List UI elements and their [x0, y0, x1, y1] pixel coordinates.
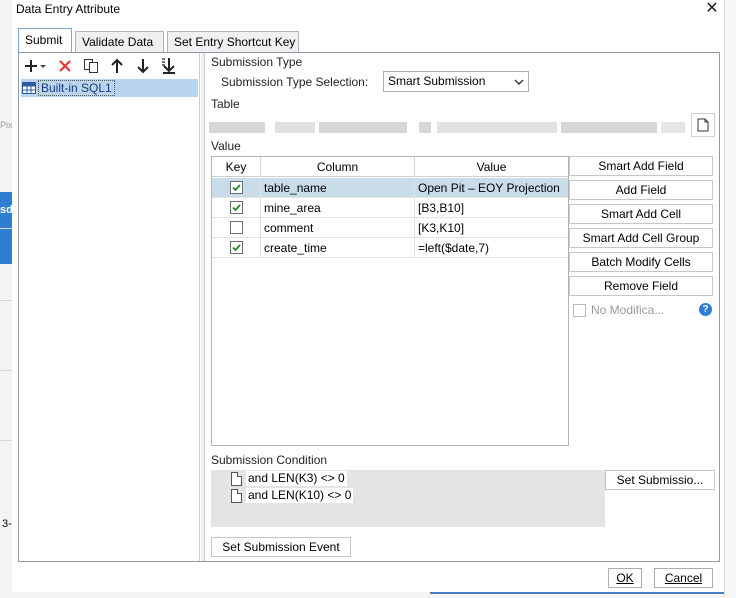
column-cell: comment: [261, 218, 415, 238]
dialog-title: Data Entry Attribute: [16, 2, 121, 16]
condition-line: and LEN(K10) <> 0: [231, 488, 354, 503]
table-name-field[interactable]: [209, 117, 715, 137]
set-submission-event-button[interactable]: Set Submission Event: [211, 537, 351, 557]
move-up-icon[interactable]: [107, 56, 127, 76]
column-header-value: Value: [476, 160, 507, 174]
key-checkbox[interactable]: [230, 221, 243, 234]
table-section-label: Table: [211, 97, 240, 111]
table-row[interactable]: mine_area [B3,B10]: [212, 198, 568, 218]
column-cell: mine_area: [261, 198, 415, 218]
tree-item-built-in-sql1[interactable]: Built-in SQL1: [21, 79, 198, 97]
chevron-down-icon: [510, 72, 528, 91]
document-icon: [231, 488, 242, 503]
background-app-strip: [0, 0, 12, 598]
value-section-label: Value: [211, 139, 241, 153]
background-fragment-pix: Pix: [0, 120, 13, 130]
smart-add-cell-group-button[interactable]: Smart Add Cell Group: [569, 228, 713, 248]
remove-field-button[interactable]: Remove Field: [569, 276, 713, 296]
column-header-key: Key: [212, 157, 261, 177]
set-submission-condition-button[interactable]: Set Submissio...: [605, 470, 715, 490]
document-icon: [231, 471, 242, 486]
tab-validate-data[interactable]: Validate Data: [75, 31, 164, 53]
batch-modify-cells-button[interactable]: Batch Modify Cells: [569, 252, 713, 272]
add-icon[interactable]: [23, 56, 49, 76]
submit-list-panel: Built-in SQL1: [19, 53, 200, 561]
background-fragment-sd: sd: [0, 204, 13, 216]
move-down-icon[interactable]: [133, 56, 153, 76]
value-cell: Open Pit – EOY Projection: [418, 181, 560, 195]
data-entry-attribute-dialog: Data Entry Attribute ✕ Validate Data Set…: [12, 0, 724, 592]
list-toolbar: [19, 53, 200, 79]
tree-item-label: Built-in SQL1: [38, 80, 115, 96]
submission-type-selection-label: Submission Type Selection:: [221, 75, 369, 89]
tab-submit[interactable]: Submit: [18, 28, 72, 53]
value-cell: =left($date,7): [418, 241, 490, 255]
table-header: Key Column Value: [212, 157, 568, 177]
smart-add-field-button[interactable]: Smart Add Field: [569, 156, 713, 176]
dialog-footer: OK Cancel: [12, 562, 724, 592]
sql-table-icon: [22, 82, 36, 94]
submission-type-selected-value: Smart Submission: [388, 74, 486, 88]
tab-set-entry-shortcut-key[interactable]: Set Entry Shortcut Key: [167, 31, 299, 53]
background-divider: [0, 370, 12, 371]
background-fragment-34: 3-: [2, 518, 12, 530]
submission-condition-label: Submission Condition: [211, 453, 328, 467]
submission-type-select[interactable]: Smart Submission: [383, 71, 529, 92]
add-field-button[interactable]: Add Field: [569, 180, 713, 200]
column-cell: table_name: [261, 178, 415, 198]
background-divider: [0, 440, 12, 441]
column-header-column: Column: [261, 157, 415, 177]
column-cell: create_time: [261, 238, 415, 258]
table-row[interactable]: comment [K3,K10]: [212, 218, 568, 238]
ok-button[interactable]: OK: [608, 568, 642, 588]
smart-add-cell-button[interactable]: Smart Add Cell: [569, 204, 713, 224]
key-checkbox[interactable]: [230, 241, 243, 254]
close-icon[interactable]: ✕: [702, 0, 722, 18]
table-row[interactable]: table_name Open Pit – EOY Projection: [212, 178, 568, 198]
table-row[interactable]: create_time =left($date,7): [212, 238, 568, 258]
background-app-right: [724, 0, 736, 598]
value-fields-table: Key Column Value table_name Open Pit – E…: [211, 156, 569, 446]
submission-type-section-label: Submission Type: [211, 55, 303, 69]
submit-detail-panel: Submission Type Submission Type Selectio…: [205, 53, 719, 561]
key-checkbox[interactable]: [230, 181, 243, 194]
select-table-button[interactable]: [691, 113, 715, 137]
no-modification-checkbox[interactable]: No Modifica...: [573, 303, 664, 317]
key-checkbox[interactable]: [230, 201, 243, 214]
document-icon: [697, 118, 709, 132]
cancel-button[interactable]: Cancel: [654, 568, 713, 588]
tab-content-panel: Built-in SQL1 Submission Type Submission…: [18, 52, 720, 562]
value-cell: [K3,K10]: [418, 221, 465, 235]
delete-icon[interactable]: [55, 56, 75, 76]
background-divider: [0, 228, 12, 229]
copy-icon[interactable]: [81, 56, 101, 76]
condition-line: and LEN(K3) <> 0: [231, 471, 347, 486]
value-cell: [B3,B10]: [418, 201, 465, 215]
submission-condition-area[interactable]: and LEN(K3) <> 0 and LEN(K10) <> 0: [211, 470, 605, 527]
background-divider: [0, 300, 12, 301]
help-icon[interactable]: ?: [699, 303, 712, 316]
background-blue-line: [430, 592, 724, 594]
no-modification-label: No Modifica...: [591, 303, 665, 317]
move-bottom-icon[interactable]: [159, 56, 179, 76]
